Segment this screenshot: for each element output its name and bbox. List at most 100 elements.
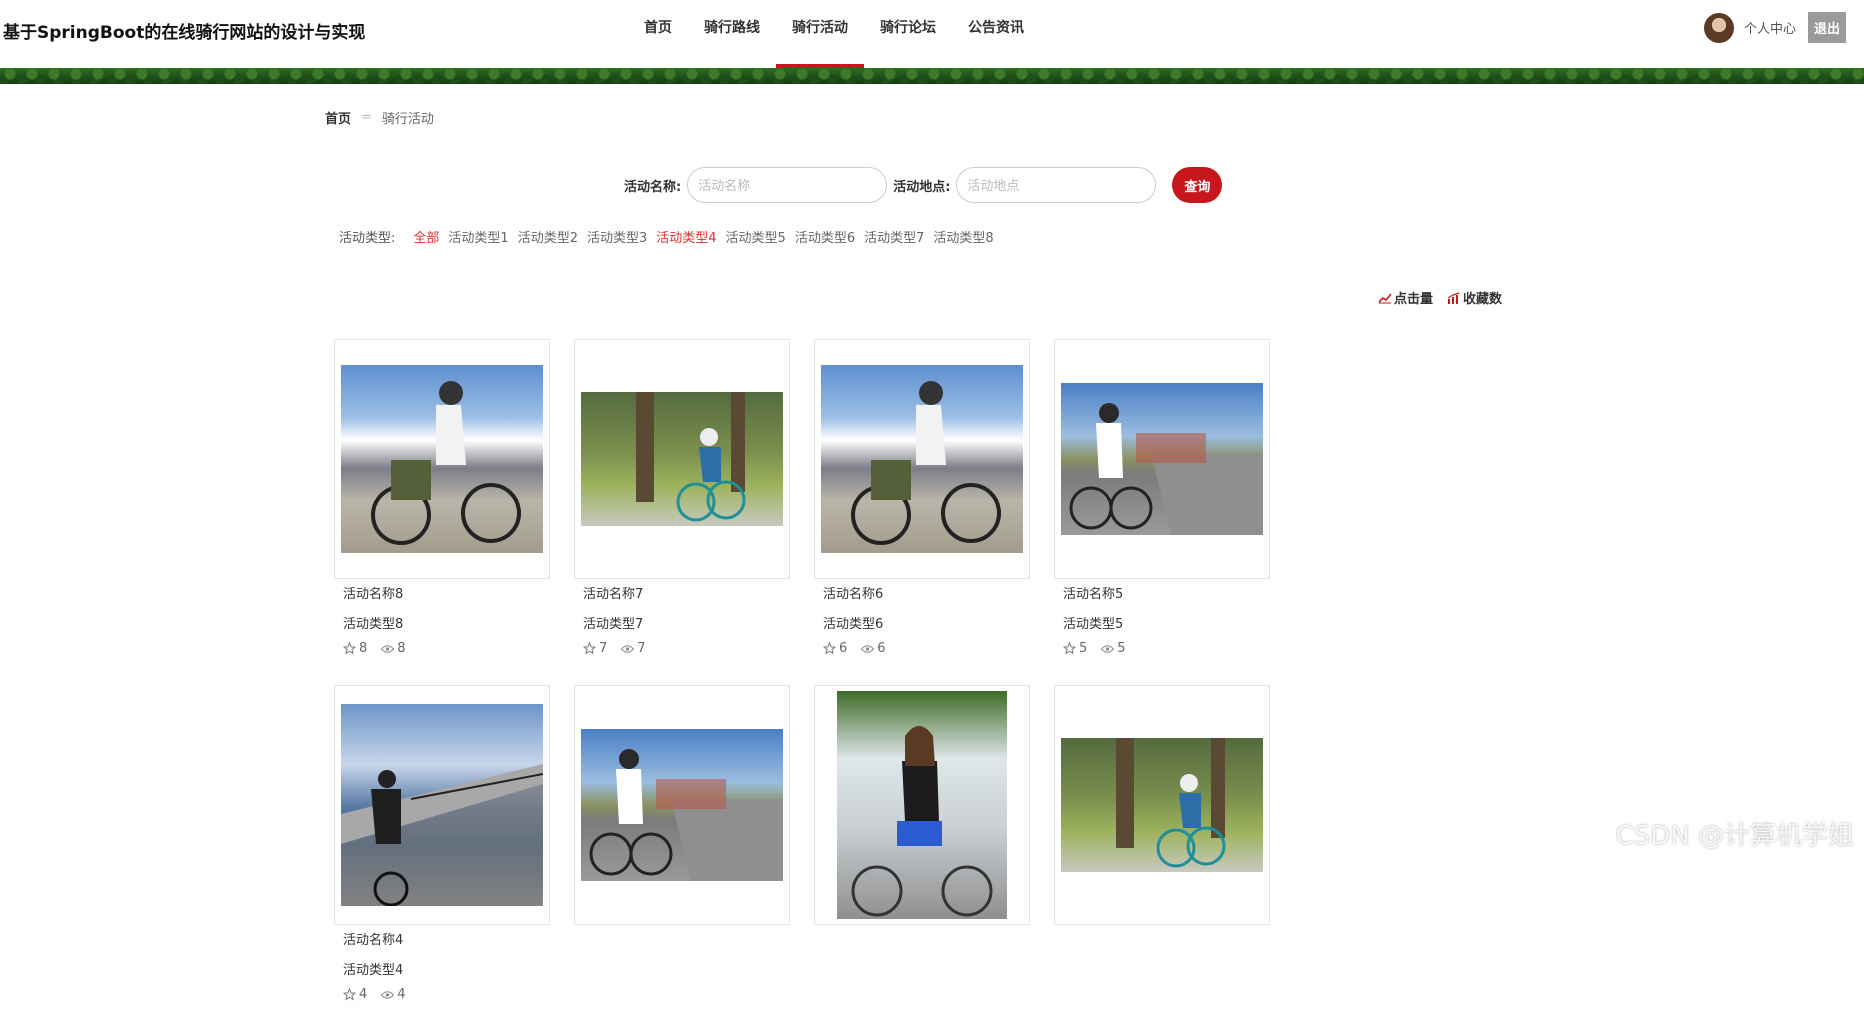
- nav-forum[interactable]: 骑行论坛: [864, 0, 952, 68]
- activity-name-input[interactable]: [687, 167, 887, 203]
- favorites-stat: 5: [1063, 641, 1087, 656]
- filter-option-type2[interactable]: 活动类型2: [518, 227, 578, 246]
- views-count: 8: [397, 641, 405, 656]
- activity-image[interactable]: [574, 685, 790, 925]
- breadcrumb-separator: =: [361, 110, 372, 125]
- activity-name: 活动名称5: [1063, 585, 1270, 605]
- type-filter: 活动类型: 全部 活动类型1 活动类型2 活动类型3 活动类型4 活动类型5 活…: [339, 227, 1003, 246]
- star-icon: [1063, 642, 1076, 655]
- activity-image[interactable]: [574, 339, 790, 579]
- activity-type: 活动类型4: [343, 961, 550, 981]
- user-area: 个人中心 退出: [1704, 12, 1846, 43]
- views-stat: 7: [621, 641, 645, 656]
- activity-image[interactable]: [814, 339, 1030, 579]
- main-nav: 首页 骑行路线 骑行活动 骑行论坛 公告资讯: [628, 0, 1040, 68]
- cyclist-girl-photo: [837, 691, 1007, 919]
- activity-image[interactable]: [1054, 685, 1270, 925]
- search-button[interactable]: 查询: [1172, 167, 1222, 203]
- filter-option-type4[interactable]: 活动类型4: [656, 227, 716, 246]
- sort-clicks-label: 点击量: [1394, 288, 1433, 307]
- activity-type: 活动类型8: [343, 615, 550, 635]
- activity-card[interactable]: [814, 685, 1030, 1002]
- logout-button[interactable]: 退出: [1808, 12, 1846, 43]
- views-stat: 5: [1101, 641, 1125, 656]
- activity-card[interactable]: [574, 685, 790, 1002]
- activity-stats: 5 5: [1063, 641, 1270, 656]
- activity-stats: 8 8: [343, 641, 550, 656]
- views-count: 6: [877, 641, 885, 656]
- views-count: 7: [637, 641, 645, 656]
- breadcrumb-home[interactable]: 首页: [325, 108, 351, 127]
- activity-card[interactable]: 活动名称8 活动类型8 8 8: [334, 339, 550, 656]
- activity-image[interactable]: [814, 685, 1030, 925]
- views-stat: 6: [861, 641, 885, 656]
- star-icon: [343, 642, 356, 655]
- nav-news[interactable]: 公告资讯: [952, 0, 1040, 68]
- activity-grid: 活动名称8 活动类型8 8 8 活动名称7 活动类型7 7: [334, 339, 1524, 1031]
- eye-icon: [861, 644, 874, 654]
- activity-name: 活动名称7: [583, 585, 790, 605]
- activity-name: 活动名称8: [343, 585, 550, 605]
- nav-routes[interactable]: 骑行路线: [688, 0, 776, 68]
- nav-home[interactable]: 首页: [628, 0, 688, 68]
- favorites-count: 6: [839, 641, 847, 656]
- activity-location-label: 活动地点:: [893, 176, 950, 195]
- activity-card[interactable]: 活动名称5 活动类型5 5 5: [1054, 339, 1270, 656]
- activity-image[interactable]: [1054, 339, 1270, 579]
- filter-option-all[interactable]: 全部: [413, 227, 439, 246]
- sort-by-clicks[interactable]: 点击量: [1378, 288, 1433, 307]
- favorites-stat: 4: [343, 987, 367, 1002]
- views-count: 4: [397, 987, 405, 1002]
- activity-stats: 6 6: [823, 641, 1030, 656]
- filter-option-type8[interactable]: 活动类型8: [933, 227, 993, 246]
- trend-up-icon: [1378, 292, 1392, 304]
- favorites-stat: 7: [583, 641, 607, 656]
- activity-card[interactable]: 活动名称6 活动类型6 6 6: [814, 339, 1030, 656]
- cyclist-group-road-photo: [1061, 383, 1263, 535]
- site-header: 基于SpringBoot的在线骑行网站的设计与实现 首页 骑行路线 骑行活动 骑…: [0, 0, 1864, 68]
- cyclist-forest-photo: [1061, 738, 1263, 872]
- eye-icon: [381, 990, 394, 1000]
- favorites-stat: 8: [343, 641, 367, 656]
- nav-activities[interactable]: 骑行活动: [776, 0, 864, 68]
- favorites-count: 5: [1079, 641, 1087, 656]
- views-stat: 4: [381, 987, 405, 1002]
- activity-stats: 4 4: [343, 987, 550, 1002]
- banner-strip: [0, 68, 1864, 84]
- activity-name-label: 活动名称:: [624, 176, 681, 195]
- activity-type: 活动类型6: [823, 615, 1030, 635]
- filter-option-type1[interactable]: 活动类型1: [448, 227, 508, 246]
- activity-type: 活动类型7: [583, 615, 790, 635]
- favorites-count: 7: [599, 641, 607, 656]
- activity-card[interactable]: 活动名称7 活动类型7 7 7: [574, 339, 790, 656]
- eye-icon: [381, 644, 394, 654]
- activity-image[interactable]: [334, 685, 550, 925]
- avatar[interactable]: [1704, 13, 1734, 43]
- watermark: CSDN @计算机学姐: [1616, 815, 1854, 852]
- activity-card[interactable]: 活动名称4 活动类型4 4 4: [334, 685, 550, 1002]
- views-stat: 8: [381, 641, 405, 656]
- sort-options: 点击量 收藏数: [1364, 288, 1502, 307]
- activity-card[interactable]: [1054, 685, 1270, 1002]
- cyclist-lake-photo: [341, 704, 543, 906]
- favorites-count: 4: [359, 987, 367, 1002]
- activity-image[interactable]: [334, 339, 550, 579]
- filter-option-type6[interactable]: 活动类型6: [795, 227, 855, 246]
- star-icon: [583, 642, 596, 655]
- cyclist-mountain-photo: [821, 365, 1023, 553]
- search-form: 活动名称: 活动地点: 查询: [624, 167, 1222, 203]
- star-icon: [823, 642, 836, 655]
- filter-option-type7[interactable]: 活动类型7: [864, 227, 924, 246]
- cyclist-forest-photo: [581, 392, 783, 526]
- sort-by-favorites[interactable]: 收藏数: [1447, 288, 1502, 307]
- filter-option-type5[interactable]: 活动类型5: [726, 227, 786, 246]
- activity-name: 活动名称4: [343, 931, 550, 951]
- eye-icon: [621, 644, 634, 654]
- user-center-link[interactable]: 个人中心: [1744, 18, 1796, 37]
- bar-trend-icon: [1447, 292, 1461, 304]
- star-icon: [343, 988, 356, 1001]
- filter-option-type3[interactable]: 活动类型3: [587, 227, 647, 246]
- favorites-count: 8: [359, 641, 367, 656]
- views-count: 5: [1117, 641, 1125, 656]
- activity-location-input[interactable]: [956, 167, 1156, 203]
